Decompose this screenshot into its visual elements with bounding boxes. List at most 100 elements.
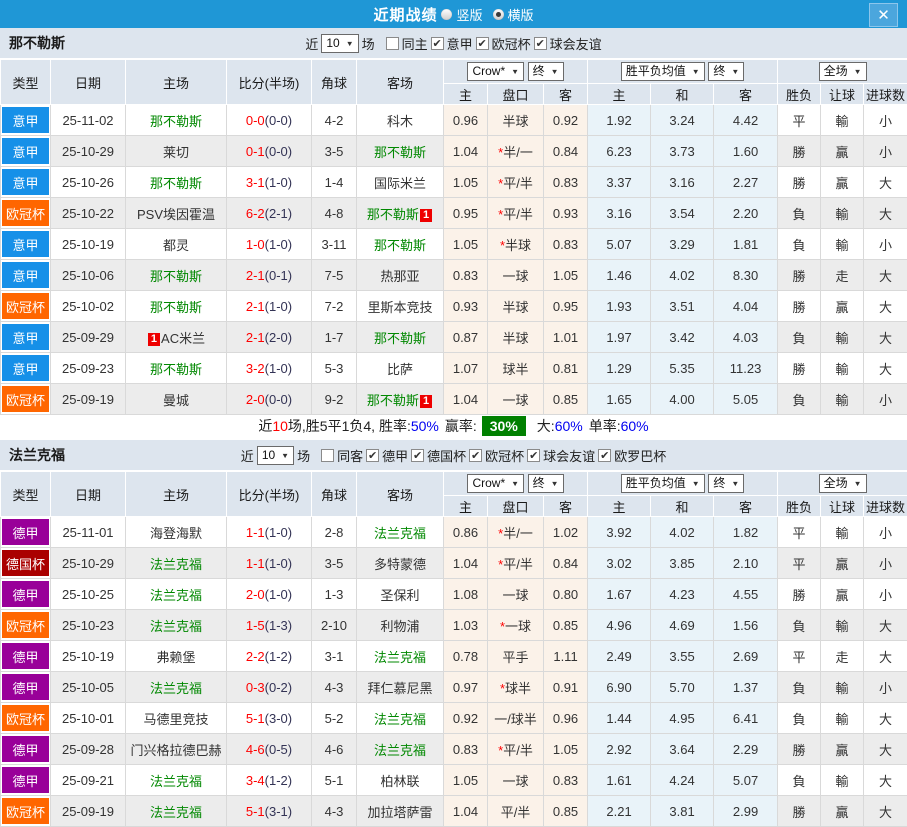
summary-text: 赢率: [445, 416, 477, 436]
same-venue-checkbox[interactable] [321, 449, 334, 462]
league-filter-checkbox[interactable]: ✔ [598, 449, 611, 462]
goals-result-cell: 大 [864, 796, 907, 827]
avg-draw-cell: 3.16 [651, 167, 714, 198]
table-row: 德甲25-10-05法兰克福0-3(0-2)4-3拜仁慕尼黑0.97*球半0.9… [1, 672, 907, 703]
team-name: 那不勒斯 [150, 269, 202, 284]
period-select[interactable]: 全场▼ [819, 62, 867, 81]
league-filter-label: 德国杯 [427, 446, 466, 465]
radio-horizontal-layout[interactable]: 横版 [493, 5, 534, 24]
recent-count-select[interactable]: 10▼ [257, 446, 294, 465]
col-odds-away: 客 [544, 496, 588, 517]
half-score: (2-0) [265, 330, 292, 345]
league-badge: 欧冠杯 [2, 200, 49, 226]
league-filter-checkbox[interactable]: ✔ [469, 449, 482, 462]
same-venue-label: 同主 [402, 34, 428, 53]
match-date: 25-10-05 [51, 672, 126, 703]
avg-draw-cell: 4.02 [651, 517, 714, 548]
handicap-result-cell: 輸 [821, 105, 864, 136]
home-odds-cell: 0.83 [444, 260, 488, 291]
avg-away-cell: 5.07 [714, 765, 778, 796]
score-cell: 2-1(1-0) [227, 291, 312, 322]
avg-time-select[interactable]: 终▼ [708, 62, 744, 81]
single-rate-value: 60% [621, 418, 649, 434]
odds-company-select[interactable]: Crow*▼ [467, 474, 524, 493]
league-filter-checkbox[interactable]: ✔ [534, 37, 547, 50]
league-type-cell: 意甲 [1, 167, 51, 198]
avg-home-cell: 2.92 [588, 734, 651, 765]
col-home: 主场 [126, 472, 227, 517]
result-cell: 平 [778, 548, 821, 579]
corners-cell: 7-2 [312, 291, 357, 322]
league-type-cell: 德甲 [1, 734, 51, 765]
radio-vertical-layout[interactable]: 竖版 [441, 5, 482, 24]
col-result: 胜负 [778, 496, 821, 517]
league-filter-checkbox[interactable]: ✔ [431, 37, 444, 50]
table-row: 意甲25-09-291AC米兰2-1(2-0)1-7那不勒斯0.87半球1.01… [1, 322, 907, 353]
score-cell: 3-4(1-2) [227, 765, 312, 796]
home-team-cell: 法兰克福 [126, 548, 227, 579]
match-date: 25-10-26 [51, 167, 126, 198]
full-score: 2-2 [246, 649, 265, 664]
odds-company-select[interactable]: Crow*▼ [467, 62, 524, 81]
corners-cell: 1-4 [312, 167, 357, 198]
result-cell: 勝 [778, 136, 821, 167]
match-date: 25-10-06 [51, 260, 126, 291]
home-team-cell: 那不勒斯 [126, 291, 227, 322]
avg-draw-cell: 4.00 [651, 384, 714, 415]
full-score: 3-4 [246, 773, 265, 788]
match-date: 25-10-29 [51, 136, 126, 167]
league-filter-checkbox[interactable]: ✔ [411, 449, 424, 462]
league-type-cell: 意甲 [1, 353, 51, 384]
league-filter-checkbox[interactable]: ✔ [527, 449, 540, 462]
league-badge: 欧冠杯 [2, 386, 49, 412]
avg-home-cell: 5.07 [588, 229, 651, 260]
table-row: 德甲25-11-01海登海默1-1(1-0)2-8法兰克福0.86*半/一1.0… [1, 517, 907, 548]
league-type-cell: 欧冠杯 [1, 796, 51, 827]
league-filter-label: 球会友谊 [543, 446, 595, 465]
team-name: 法兰克福 [374, 650, 426, 665]
col-handicap: 盘口 [488, 84, 544, 105]
same-venue-checkbox[interactable] [386, 37, 399, 50]
home-team-cell: 1AC米兰 [126, 322, 227, 353]
col-odds-home: 主 [444, 84, 488, 105]
handicap-result-cell: 贏 [821, 136, 864, 167]
team-name: 那不勒斯 [374, 145, 426, 160]
period-select[interactable]: 全场▼ [819, 474, 867, 493]
odds-time-select[interactable]: 终▼ [528, 474, 564, 493]
avg-type-select[interactable]: 胜平负均值▼ [621, 474, 705, 493]
half-score: (1-2) [265, 773, 292, 788]
avg-away-cell: 1.60 [714, 136, 778, 167]
home-team-cell: 法兰克福 [126, 796, 227, 827]
col-result: 胜负 [778, 84, 821, 105]
away-odds-cell: 1.05 [544, 260, 588, 291]
avg-away-cell: 2.27 [714, 167, 778, 198]
result-cell: 勝 [778, 353, 821, 384]
avg-home-cell: 6.90 [588, 672, 651, 703]
result-cell: 勝 [778, 167, 821, 198]
corners-cell: 5-1 [312, 765, 357, 796]
home-odds-cell: 1.05 [444, 167, 488, 198]
league-type-cell: 德甲 [1, 672, 51, 703]
recent-count-select[interactable]: 10▼ [321, 34, 358, 53]
avg-time-value: 终 [713, 64, 725, 79]
handicap-result-cell: 輸 [821, 610, 864, 641]
avg-time-select[interactable]: 终▼ [708, 474, 744, 493]
half-score: (0-0) [265, 113, 292, 128]
handicap-cell: 平/半 [488, 796, 544, 827]
score-cell: 1-1(1-0) [227, 548, 312, 579]
col-date: 日期 [51, 60, 126, 105]
away-odds-cell: 0.81 [544, 353, 588, 384]
avg-home-cell: 1.29 [588, 353, 651, 384]
league-filter-checkbox[interactable]: ✔ [366, 449, 379, 462]
league-filter-checkbox[interactable]: ✔ [476, 37, 489, 50]
team-name: 法兰克福 [150, 774, 202, 789]
table-row: 欧冠杯25-10-01马德里竞技5-1(3-0)5-2法兰克福0.92一/球半0… [1, 703, 907, 734]
avg-type-select[interactable]: 胜平负均值▼ [621, 62, 705, 81]
close-button[interactable]: ✕ [869, 3, 898, 27]
away-team-cell: 法兰克福 [357, 517, 444, 548]
away-odds-cell: 1.11 [544, 641, 588, 672]
odds-time-select[interactable]: 终▼ [528, 62, 564, 81]
handicap-result-cell: 輸 [821, 703, 864, 734]
col-avg-home: 主 [588, 84, 651, 105]
corners-cell: 1-7 [312, 322, 357, 353]
